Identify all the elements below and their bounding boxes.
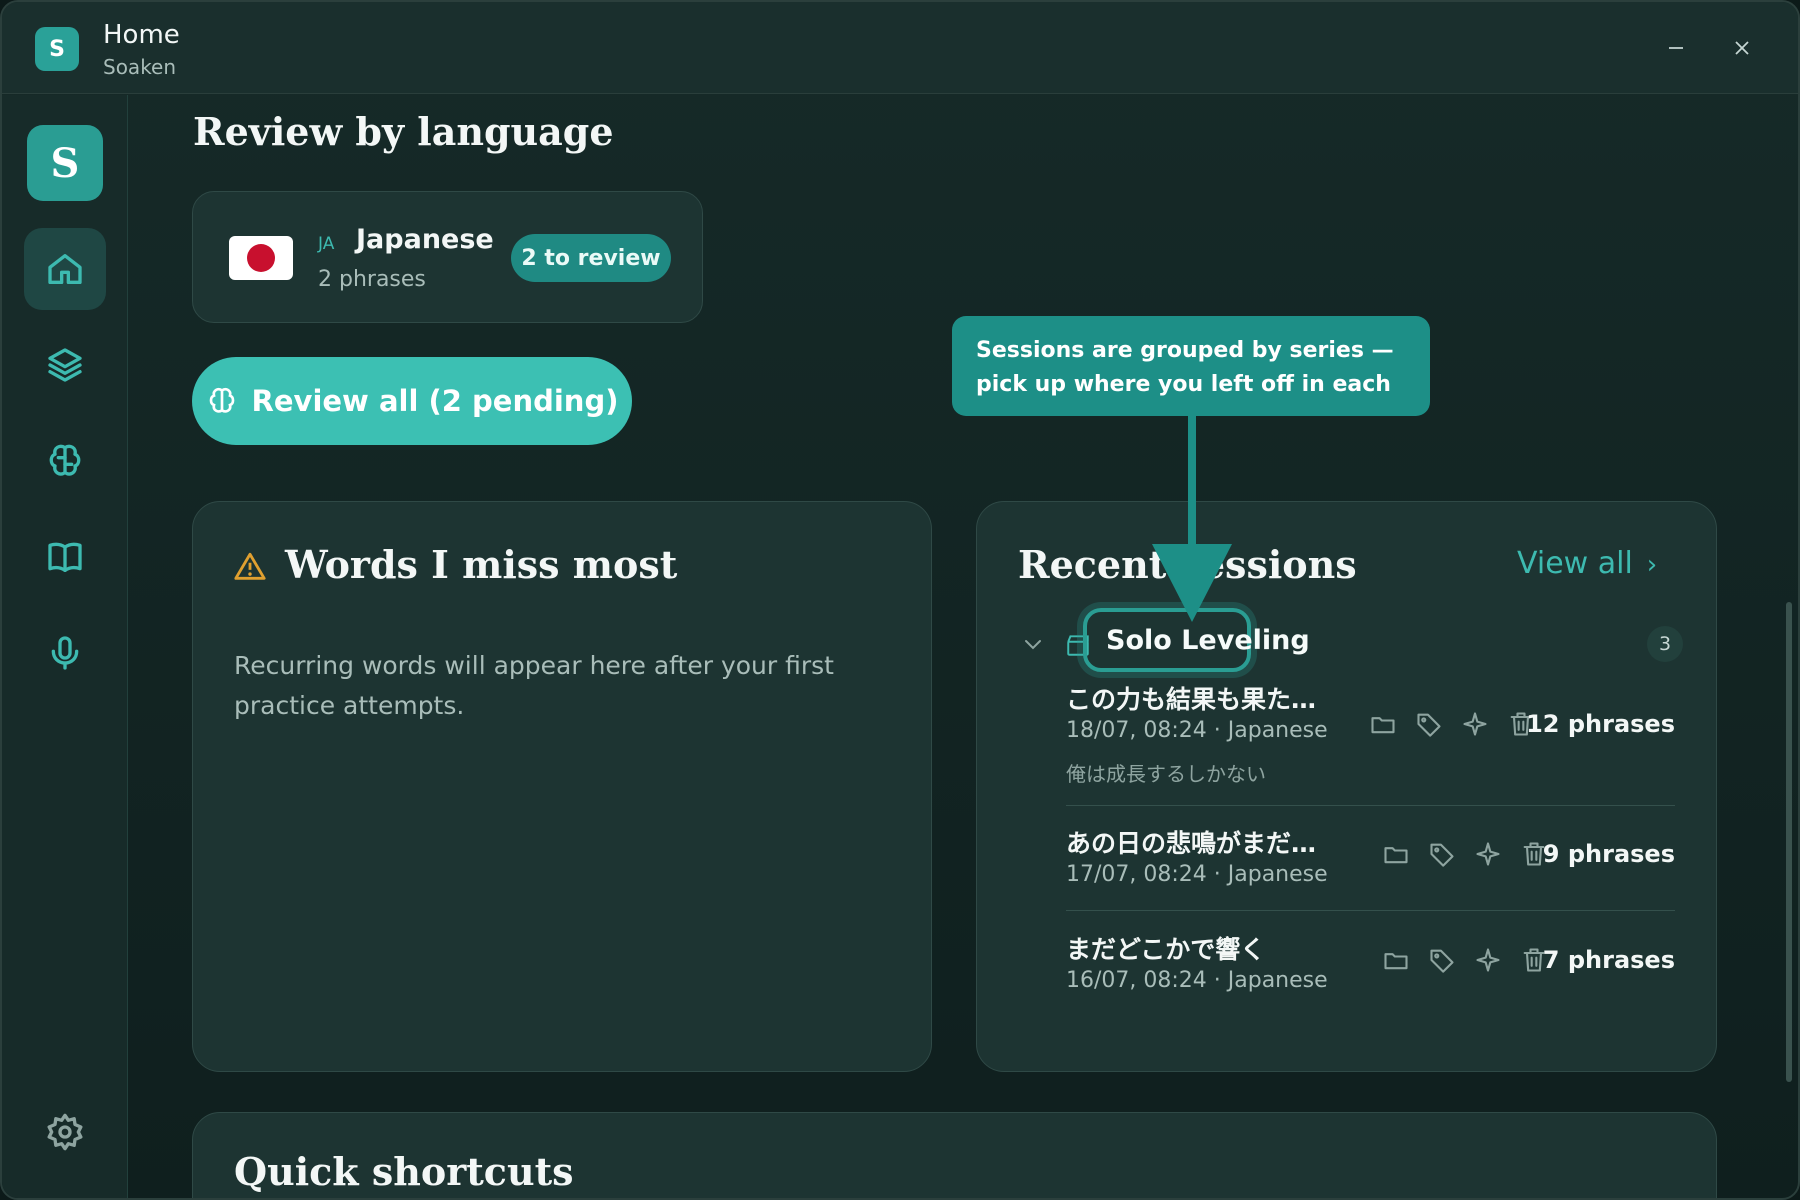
review-all-label: Review all (2 pending) xyxy=(251,384,619,418)
words-i-miss-most-card: Words I miss most Recurring words will a… xyxy=(192,501,932,1072)
series-name: Solo Leveling xyxy=(1106,625,1310,656)
close-icon xyxy=(1735,41,1749,55)
minimize-icon xyxy=(1669,47,1683,49)
tag-icon[interactable] xyxy=(1415,710,1443,738)
microphone-icon xyxy=(51,636,79,670)
to-review-badge[interactable]: 2 to review xyxy=(511,234,671,282)
sidebar-item-settings[interactable] xyxy=(24,1091,106,1173)
warning-icon xyxy=(234,552,266,580)
main-content: Review by language JA Japanese 2 phrases… xyxy=(129,95,1789,1198)
app-icon: S xyxy=(35,27,79,71)
session-meta: 16/07, 08:24 · Japanese xyxy=(1066,968,1328,993)
session-title: この力も結果も果た… xyxy=(1066,685,1317,714)
session-row[interactable]: あの日の悲鳴がまだ… 17/07, 08:24 · Japanese 9 phr… xyxy=(1066,824,1675,904)
sidebar: S xyxy=(2,95,128,1198)
close-button[interactable] xyxy=(1724,30,1760,66)
gear-icon xyxy=(47,1113,83,1151)
recent-sessions-card: Recent sessions View all › Solo Leveling … xyxy=(976,501,1717,1072)
review-by-language-heading: Review by language xyxy=(193,109,614,154)
language-card-japanese[interactable]: JA Japanese 2 phrases 2 to review xyxy=(192,191,703,323)
scrollbar[interactable] xyxy=(1786,602,1792,1082)
session-row[interactable]: まだどこかで響く 16/07, 08:24 · Japanese 7 phras… xyxy=(1066,930,1675,1010)
session-divider xyxy=(1066,805,1675,806)
title-bar: S Home Soaken xyxy=(2,2,1798,94)
tooltip-line-1: Sessions are grouped by series — xyxy=(976,338,1394,363)
window-subtitle: Soaken xyxy=(103,55,177,79)
chevron-down-icon[interactable] xyxy=(1021,632,1045,656)
window-title: Home xyxy=(103,20,180,50)
onboarding-tooltip: Sessions are grouped by series — pick up… xyxy=(952,316,1430,416)
brain-icon xyxy=(49,444,81,476)
review-all-button[interactable]: Review all (2 pending) xyxy=(192,357,632,445)
app-window: S Home Soaken S Review by language JA Ja… xyxy=(0,0,1800,1200)
folder-icon[interactable] xyxy=(1369,710,1397,738)
session-row[interactable]: この力も結果も果た… 18/07, 08:24 · Japanese 俺は成長す… xyxy=(1066,680,1675,790)
words-card-title: Words I miss most xyxy=(285,542,678,587)
minimize-button[interactable] xyxy=(1658,30,1694,66)
words-empty-state: Recurring words will appear here after y… xyxy=(234,651,834,720)
session-meta: 17/07, 08:24 · Japanese xyxy=(1066,862,1328,887)
session-phrase-count: 12 phrases xyxy=(1526,710,1675,738)
chevron-right-icon: › xyxy=(1646,550,1658,580)
book-icon xyxy=(48,542,82,572)
layers-icon xyxy=(48,348,82,382)
sidebar-logo[interactable]: S xyxy=(27,125,103,201)
session-title: まだどこかで響く xyxy=(1066,935,1266,964)
language-name: Japanese xyxy=(356,224,494,255)
language-code: JA xyxy=(318,234,335,254)
japan-flag-icon xyxy=(229,236,293,280)
session-divider xyxy=(1066,910,1675,911)
home-icon xyxy=(48,254,82,284)
view-all-label: View all xyxy=(1517,546,1633,581)
tag-icon[interactable] xyxy=(1428,946,1456,974)
folder-icon[interactable] xyxy=(1382,840,1410,868)
session-actions xyxy=(1369,710,1535,738)
sparkle-icon[interactable] xyxy=(1461,710,1489,738)
sidebar-item-record[interactable] xyxy=(24,612,106,694)
quick-shortcuts-title: Quick shortcuts xyxy=(234,1149,574,1194)
tag-icon[interactable] xyxy=(1428,840,1456,868)
sidebar-item-review[interactable] xyxy=(24,420,106,502)
brain-icon xyxy=(209,387,234,413)
sidebar-item-home[interactable] xyxy=(24,228,106,310)
session-title: あの日の悲鳴がまだ… xyxy=(1066,829,1317,858)
sidebar-item-library[interactable] xyxy=(24,516,106,598)
session-preview-line: 俺は成長するしかない xyxy=(1066,762,1266,786)
quick-shortcuts-card: Quick shortcuts xyxy=(192,1112,1717,1198)
tooltip-arrow-icon xyxy=(1152,416,1232,622)
language-phrase-count: 2 phrases xyxy=(318,267,426,292)
session-phrase-count: 7 phrases xyxy=(1542,946,1675,974)
session-actions xyxy=(1382,840,1548,868)
session-meta: 18/07, 08:24 · Japanese xyxy=(1066,718,1328,743)
session-phrase-count: 9 phrases xyxy=(1542,840,1675,868)
tooltip-line-2: pick up where you left off in each xyxy=(976,372,1391,397)
sidebar-item-decks[interactable] xyxy=(24,324,106,406)
series-session-count: 3 xyxy=(1647,626,1683,662)
view-all-link[interactable]: View all › xyxy=(1517,546,1657,581)
sparkle-icon[interactable] xyxy=(1474,946,1502,974)
sparkle-icon[interactable] xyxy=(1474,840,1502,868)
session-actions xyxy=(1382,946,1548,974)
folder-icon[interactable] xyxy=(1382,946,1410,974)
